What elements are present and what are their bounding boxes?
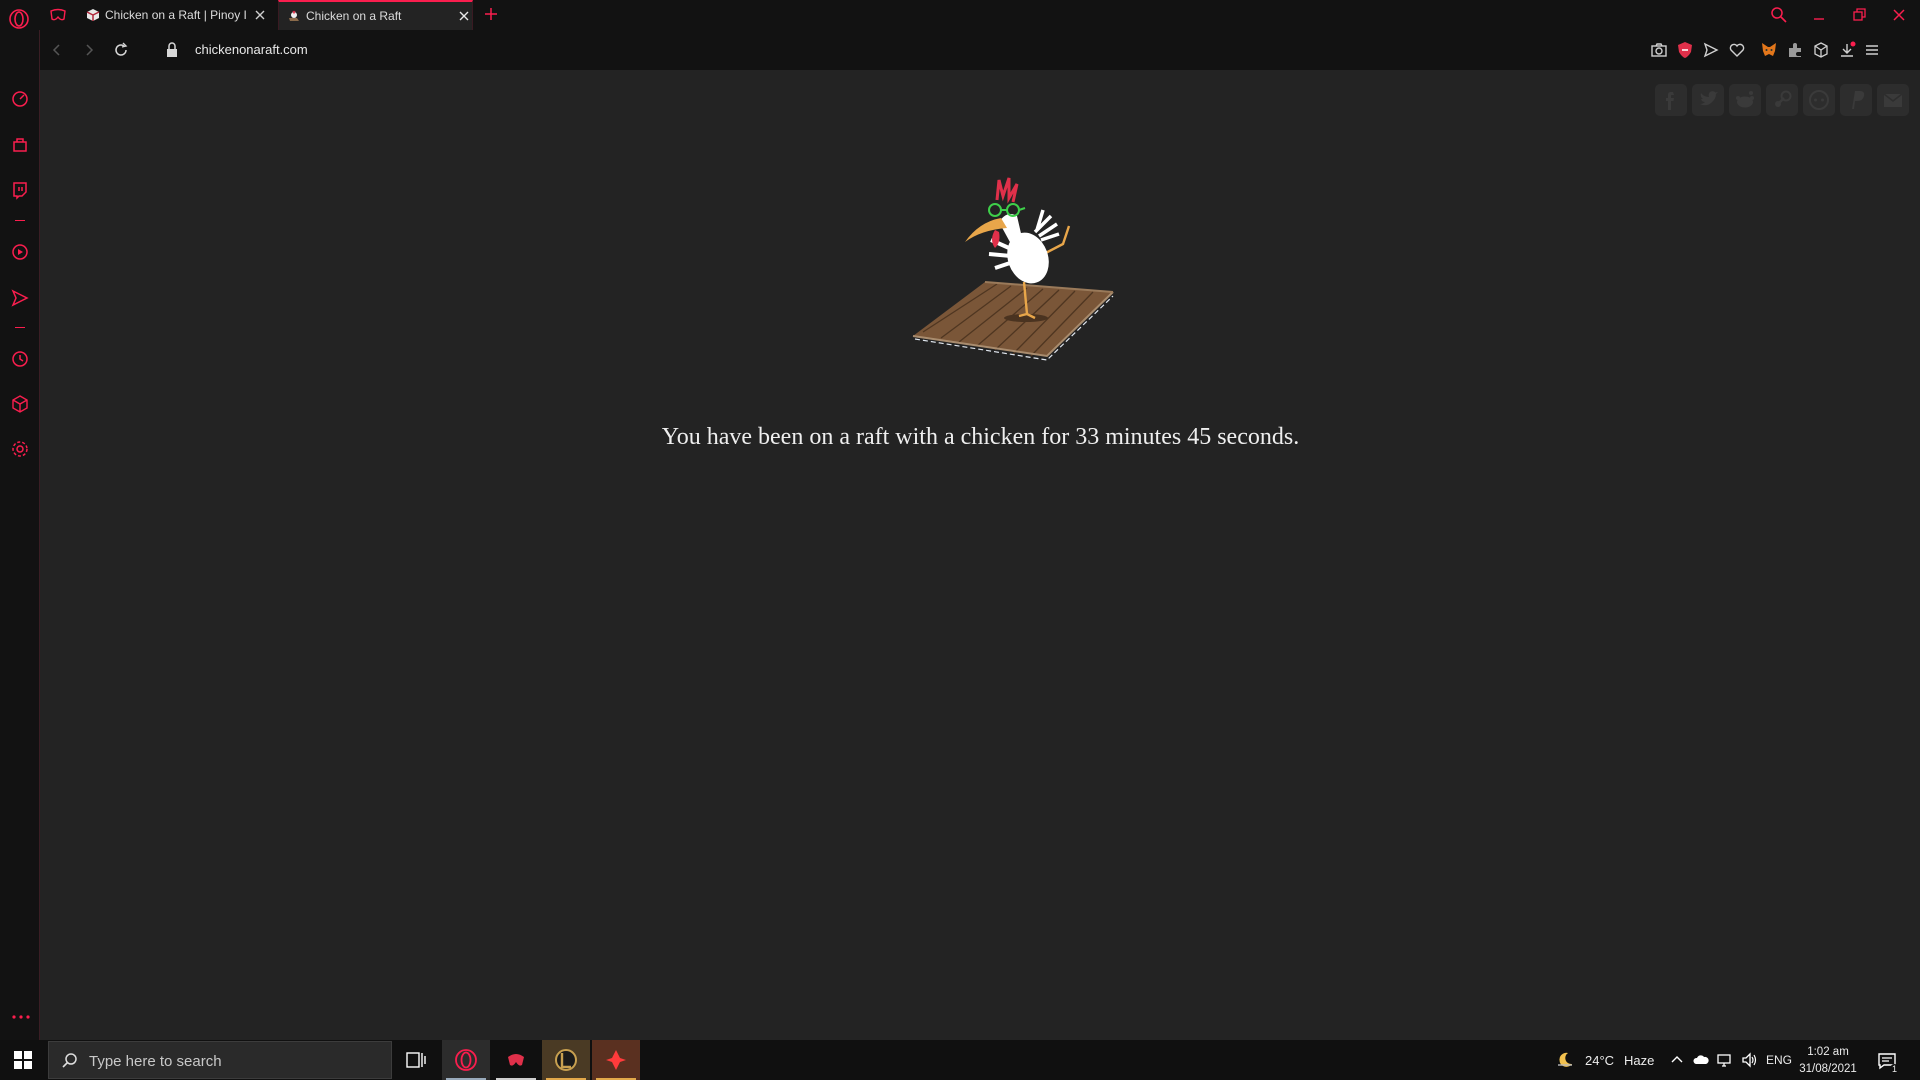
paypal-icon [1852,91,1865,109]
reload-icon[interactable] [112,41,130,59]
send-icon[interactable] [9,287,31,309]
chevron-up-icon[interactable] [1668,1051,1686,1069]
facebook-icon [1666,92,1674,110]
cube-favicon-icon [86,9,100,21]
speed-dial-icon[interactable] [9,88,31,110]
weather-description[interactable]: Haze [1624,1053,1654,1068]
back-icon[interactable] [48,41,66,59]
new-tab-plus-icon[interactable] [482,5,500,23]
gx-corner-bag-icon[interactable] [9,134,31,156]
cube-toolbar-icon[interactable] [1811,40,1831,60]
opera-gx-icon [455,1049,477,1071]
forward-icon[interactable] [80,41,98,59]
reddit-share-button-2[interactable] [1803,84,1835,116]
clock-time: 1:02 am [1807,1046,1849,1058]
url-text[interactable]: chickenonaraft.com [195,42,308,57]
valorant-taskbar-app[interactable] [592,1040,640,1080]
notification-count: 1 [1890,1064,1900,1074]
steam-icon [1775,90,1792,107]
heart-icon[interactable] [1727,40,1747,60]
sidebar-separator [15,327,25,328]
player-icon[interactable] [9,241,31,263]
twitter-share-button[interactable] [1692,84,1724,116]
history-clock-icon[interactable] [9,348,31,370]
network-icon[interactable] [1716,1051,1734,1069]
snapshot-camera-icon[interactable] [1649,40,1669,60]
search-placeholder: Type here to search [89,1053,222,1070]
tab-search-icon[interactable] [1769,5,1789,25]
windows-start-icon[interactable] [14,1051,32,1069]
riot-red-app-icon [606,1050,626,1070]
tab-bar: Chicken on a Raft | Pinoy In Chicken on … [0,0,1920,30]
red-app-icon [508,1054,524,1066]
address-bar: chickenonaraft.com [40,30,1920,70]
volume-icon[interactable] [1740,1051,1758,1069]
email-icon [1883,93,1903,107]
reddit-icon [1809,90,1829,110]
send-arrow-icon[interactable] [1701,40,1721,60]
task-view-icon [406,1052,426,1068]
reddit-alien-icon [1736,91,1754,108]
minimize-icon[interactable] [1809,5,1829,25]
taskbar-clock[interactable]: 1:02 am 31/08/2021 [1788,1044,1868,1078]
reddit-share-button[interactable] [1729,84,1761,116]
screen: Chicken on a Raft | Pinoy In Chicken on … [0,0,1920,1080]
league-of-legends-icon [555,1049,577,1071]
tab-title: Chicken on a Raft | Pinoy In [105,8,246,22]
chicken-on-raft-illustration [912,177,1114,361]
extensions-puzzle-icon[interactable] [1785,40,1805,60]
opera-gx-logo-icon[interactable] [8,8,30,30]
restore-icon[interactable] [1849,5,1869,25]
more-dots-icon[interactable] [10,1013,32,1021]
close-tab-icon[interactable] [456,8,472,24]
weather-moon-icon[interactable] [1556,1051,1574,1069]
search-icon [62,1053,77,1068]
gx-app-taskbar-app[interactable] [492,1040,540,1080]
extensions-cube-icon[interactable] [9,393,31,415]
email-share-button[interactable] [1877,84,1909,116]
sidebar-separator [15,220,25,221]
league-of-legends-taskbar-app[interactable] [542,1040,590,1080]
clock-date: 31/08/2021 [1799,1063,1857,1075]
lock-icon[interactable] [165,42,179,58]
close-window-icon[interactable] [1889,5,1909,25]
steam-share-button[interactable] [1766,84,1798,116]
raft-time-message: You have been on a raft with a chicken f… [661,424,1300,450]
task-view-button[interactable] [392,1040,440,1080]
chicken-favicon-icon [289,10,299,21]
close-tab-icon[interactable] [252,7,268,23]
tab-pinoy[interactable]: Chicken on a Raft | Pinoy In [84,0,268,30]
twitch-icon[interactable] [9,179,31,201]
taskbar-search-box[interactable]: Type here to search [48,1041,392,1079]
windows-taskbar: Type here to search 24°C Haze ENG 1:02 a… [0,1040,1920,1080]
page-content: You have been on a raft with a chicken f… [41,70,1920,1040]
onedrive-cloud-icon[interactable] [1692,1051,1710,1069]
gx-corner-icon[interactable] [48,6,68,24]
download-icon[interactable] [1837,40,1857,60]
tab-title: Chicken on a Raft [306,9,402,23]
metamask-fox-icon[interactable] [1759,40,1779,60]
adblock-shield-icon[interactable] [1675,40,1695,60]
weather-temperature[interactable]: 24°C [1585,1053,1614,1068]
settings-gear-icon[interactable] [9,438,31,460]
easy-setup-menu-icon[interactable] [1862,40,1882,60]
facebook-share-button[interactable] [1655,84,1687,116]
twitter-icon [1700,91,1718,106]
paypal-share-button[interactable] [1840,84,1872,116]
sidebar [0,30,40,1040]
tab-chicken-on-a-raft[interactable]: Chicken on a Raft [278,0,473,30]
opera-gx-taskbar-app[interactable] [442,1040,490,1080]
